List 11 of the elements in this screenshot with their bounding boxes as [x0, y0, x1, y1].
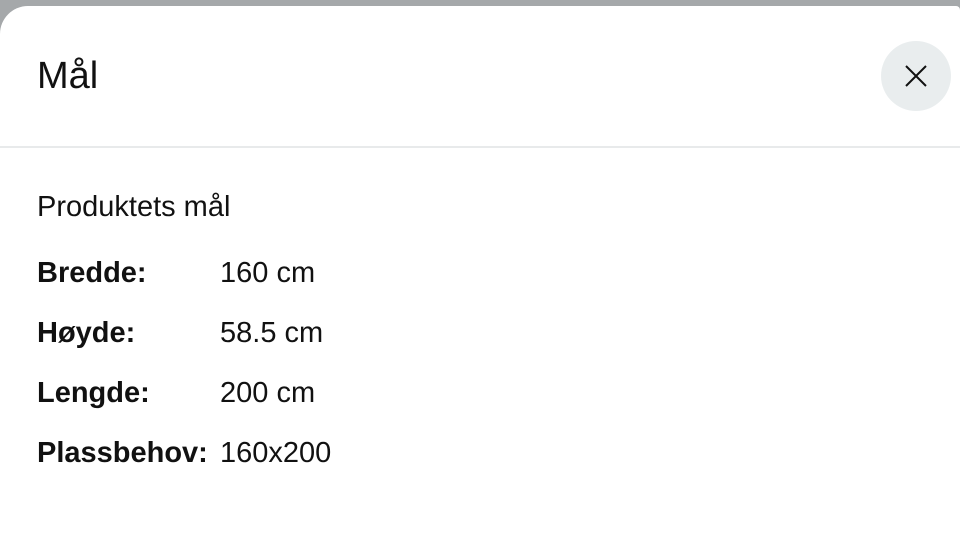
dimension-value: 200 cm [220, 376, 316, 411]
dimension-value: 160x200 [220, 436, 332, 471]
dialog-title: Mål [37, 54, 98, 98]
dimension-label: Bredde: [37, 256, 148, 291]
dimension-value: 58.5 cm [220, 316, 324, 351]
section-title: Produktets mål [37, 190, 232, 225]
dimension-value: 160 cm [220, 256, 316, 291]
dimension-label: Plassbehov: [37, 436, 209, 471]
dimension-label: Lengde: [37, 376, 151, 411]
dimension-label: Høyde: [37, 316, 136, 351]
close-icon [905, 65, 927, 87]
